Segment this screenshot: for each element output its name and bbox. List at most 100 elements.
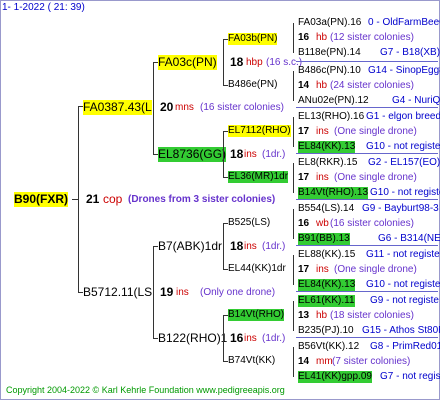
connector xyxy=(293,347,294,377)
gen2-note-1: (16 s.c.) xyxy=(266,57,303,68)
gen2-unit-4: ins xyxy=(244,333,257,344)
connector xyxy=(293,23,294,53)
connector xyxy=(223,39,224,85)
footer-copyright: Copyright 2004-2022 © Karl Kehrle Founda… xyxy=(6,385,285,395)
gen4-code-22: G8 - PrimRed01 xyxy=(370,341,440,352)
gen4-queen-7[interactable]: EL13(RHO).16 xyxy=(298,111,364,123)
gen4-queen-22[interactable]: B56Vt(KK).12 xyxy=(298,341,359,353)
row-separator xyxy=(296,337,438,338)
gen4-queen-9[interactable]: EL84(KK).13 xyxy=(298,141,356,153)
gen4-unit-5: hb xyxy=(316,80,328,91)
connector xyxy=(153,62,158,63)
connector xyxy=(223,269,228,270)
gen4-code-19: G9 - not registe xyxy=(370,295,439,306)
gen2-queen-3[interactable]: B7(ABK)1dr xyxy=(158,239,222,254)
gen4-note-20: (18 sister colonies) xyxy=(330,310,414,321)
gen4-number-14: 16 xyxy=(298,218,310,229)
gen4-queen-16[interactable]: EL88(KK).15 xyxy=(298,249,355,261)
gen2-queen-4[interactable]: B122(RHO)1 xyxy=(158,331,227,346)
gen3-queen-6[interactable]: EL44(KK)1dr xyxy=(228,263,286,275)
gen4-queen-19[interactable]: EL61(KK).11 xyxy=(298,295,355,307)
gen3-queen-1[interactable]: FA03b(PN) xyxy=(228,33,278,45)
gen4-code-15: G6 - B314(NE) xyxy=(378,233,440,244)
gen3-queen-8[interactable]: B74Vt(KK) xyxy=(228,355,275,367)
gen2-number-2: 18 xyxy=(230,147,244,161)
connector xyxy=(78,292,83,293)
gen4-number-8: 17 xyxy=(298,126,310,137)
sire-queen[interactable]: FA0387.43(L xyxy=(83,100,152,115)
gen4-queen-3[interactable]: B118e(PN).14 xyxy=(298,47,361,59)
gen4-note-23: (7 sister colonies) xyxy=(332,356,411,367)
gen4-code-7: G1 - elgon breed xyxy=(366,111,440,122)
gen4-queen-1[interactable]: FA03a(PN).16 xyxy=(298,17,361,29)
gen4-number-5: 14 xyxy=(298,80,310,91)
connector xyxy=(223,315,224,361)
gen3-queen-7[interactable]: B14Vt(RHO) xyxy=(228,309,285,321)
connector xyxy=(293,301,294,331)
gen4-unit-23: mm xyxy=(316,356,333,367)
gen4-code-12: G10 - not registe xyxy=(370,187,440,198)
gen3-queen-2[interactable]: B486e(PN) xyxy=(228,79,277,91)
gen4-code-3: G7 - B18(XB) xyxy=(380,47,440,58)
sire-note: (16 sister colonies) xyxy=(200,102,284,113)
gen3-queen-3[interactable]: EL7112(RHO) xyxy=(228,125,291,137)
root-note: (Drones from 3 sister colonies) xyxy=(128,194,276,205)
gen4-number-23: 14 xyxy=(298,356,310,367)
connector xyxy=(293,163,294,193)
dam-note: (Only one drone) xyxy=(200,287,276,298)
connector xyxy=(72,199,78,200)
gen3-queen-5[interactable]: B525(LS) xyxy=(228,217,270,229)
root-queen[interactable]: B90(FXR) xyxy=(14,192,69,207)
connector xyxy=(153,154,158,155)
connector xyxy=(223,131,228,132)
gen4-code-16: G11 - not registe xyxy=(366,249,440,260)
gen2-unit-3: ins xyxy=(244,241,257,252)
gen2-number-3: 18 xyxy=(230,239,244,253)
connector xyxy=(223,223,228,224)
gen4-code-9: G10 - not registe xyxy=(366,141,440,152)
gen4-code-24: G7 - not registe xyxy=(380,371,440,382)
gen4-number-17: 17 xyxy=(298,264,310,275)
gen3-queen-4[interactable]: EL36(MR)1dr xyxy=(228,171,289,183)
gen4-code-4: G14 - SinopEgg86R xyxy=(368,65,440,76)
gen4-queen-21[interactable]: B235(PJ).10 xyxy=(298,325,354,337)
gen4-code-1: 0 - OldFarmBeeQ xyxy=(368,17,440,28)
connector xyxy=(153,246,158,247)
connector xyxy=(293,71,294,101)
gen4-unit-11: ins xyxy=(316,172,329,183)
gen2-queen-2[interactable]: EL8736(GG) xyxy=(158,147,227,162)
gen2-queen-1[interactable]: FA03c(PN) xyxy=(158,55,217,70)
gen4-queen-15[interactable]: B91(BB).13 xyxy=(298,233,350,245)
gen4-queen-18[interactable]: EL84(KK).13 xyxy=(298,279,356,291)
gen4-unit-20: hb xyxy=(316,310,328,321)
gen4-note-2: (12 sister colonies) xyxy=(330,32,414,43)
row-separator xyxy=(296,153,438,154)
gen4-number-20: 13 xyxy=(298,310,310,321)
dam-unit: ins xyxy=(176,287,189,298)
gen4-queen-13[interactable]: B554(LS).14 xyxy=(298,203,354,215)
connector xyxy=(223,361,228,362)
connector xyxy=(223,131,224,177)
row-separator xyxy=(296,291,438,292)
gen4-code-10: G2 - EL157(EO) xyxy=(368,157,440,168)
gen4-unit-2: hb xyxy=(316,32,328,43)
dam-number: 19 xyxy=(160,285,174,299)
gen4-queen-10[interactable]: EL8(RKR).15 xyxy=(298,157,357,169)
connector xyxy=(153,338,158,339)
gen4-queen-12[interactable]: B14Vt(RHO).13 xyxy=(298,187,369,199)
connector xyxy=(223,177,228,178)
connector xyxy=(223,223,224,269)
root-number: 21 xyxy=(86,192,100,206)
root-unit: cop xyxy=(103,192,123,206)
gen4-number-11: 17 xyxy=(298,172,310,183)
gen4-note-14: (16 sister colonies) xyxy=(330,218,414,229)
gen4-note-17: (One single drone) xyxy=(334,264,417,275)
gen4-queen-6[interactable]: ANu02e(PN).12 xyxy=(298,95,369,107)
gen4-unit-8: ins xyxy=(316,126,329,137)
gen4-queen-24[interactable]: EL41(KK)gpp.09 xyxy=(298,371,372,383)
gen2-number-4: 16 xyxy=(230,331,244,345)
gen4-queen-4[interactable]: B486c(PN).10 xyxy=(298,65,361,77)
connector xyxy=(293,209,294,239)
dam-queen[interactable]: B5712.11(LS xyxy=(83,285,152,300)
row-separator xyxy=(296,61,438,62)
